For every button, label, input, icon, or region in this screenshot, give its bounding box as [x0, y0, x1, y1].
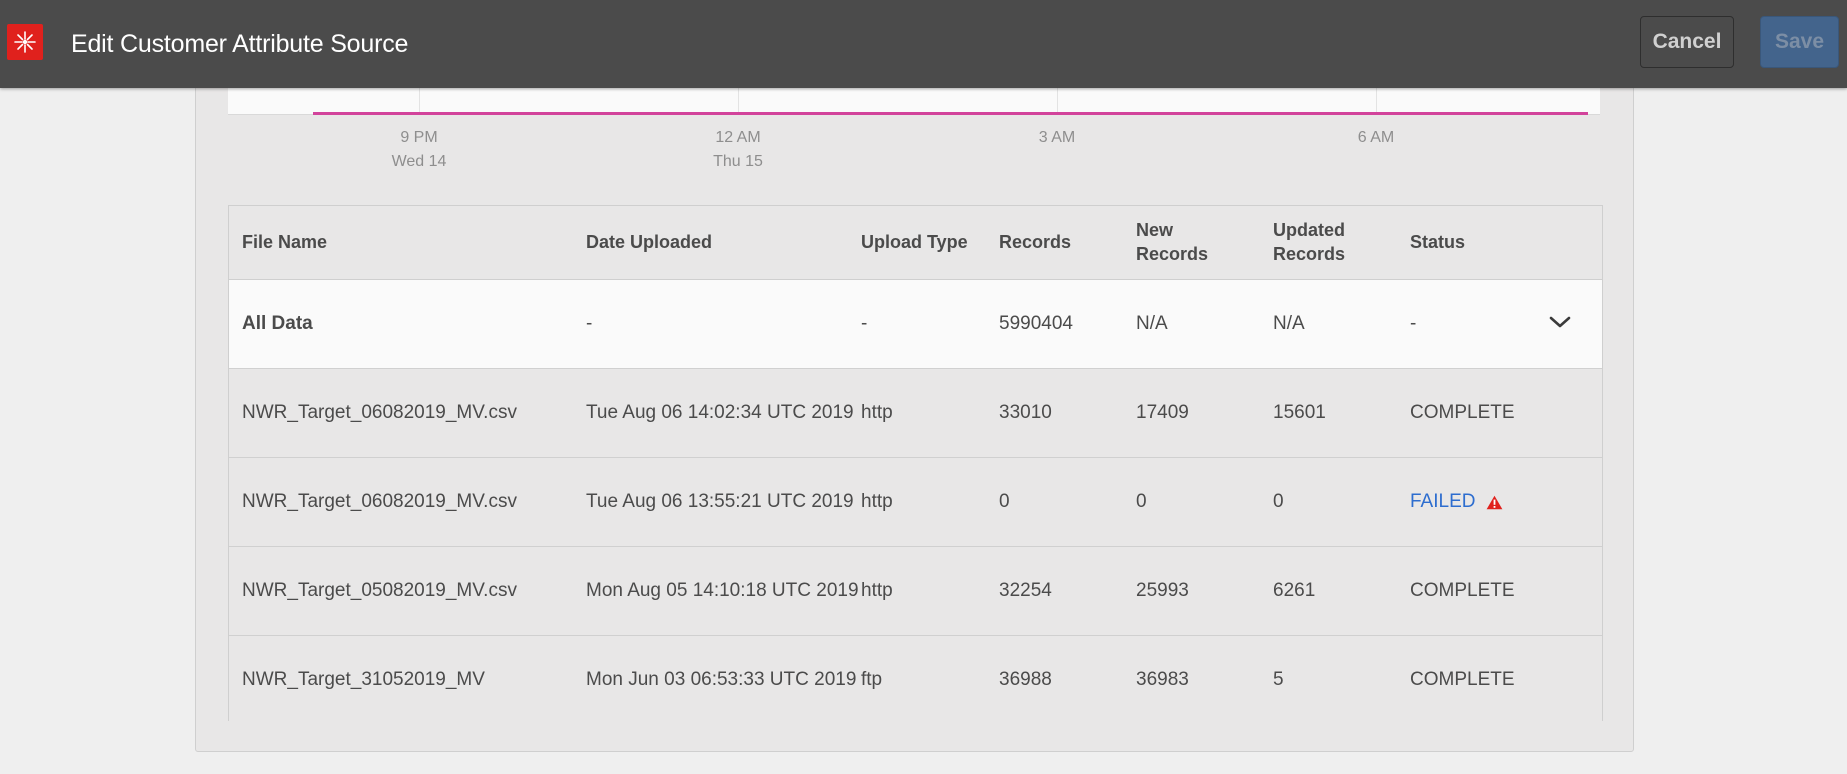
timeline-tick-label: 3 AM: [997, 126, 1117, 150]
header-status[interactable]: Status: [1410, 230, 1520, 254]
timeline-tick-label: 6 AM: [1316, 126, 1436, 150]
cell-upload-type: -: [861, 313, 868, 334]
tick-date: Thu 15: [713, 153, 763, 170]
tick-time: 6 AM: [1357, 129, 1395, 146]
top-bar: Edit Customer Attribute Source Cancel Sa…: [0, 0, 1847, 88]
cell-date-uploaded: Tue Aug 06 14:02:34 UTC 2019: [586, 402, 854, 423]
cell-records: 33010: [999, 402, 1052, 423]
save-button[interactable]: Save: [1760, 16, 1839, 68]
page-title: Edit Customer Attribute Source: [71, 30, 409, 58]
cell-date-uploaded: -: [586, 313, 593, 334]
table-row[interactable]: NWR_Target_06082019_MV.csv Tue Aug 06 13…: [229, 458, 1602, 547]
warning-triangle-icon[interactable]: [1486, 495, 1503, 510]
chevron-down-icon[interactable]: [1548, 313, 1572, 331]
timeline-gridline: [1057, 88, 1058, 114]
cell-new-records: N/A: [1136, 313, 1168, 334]
cell-file-name: All Data: [242, 313, 313, 334]
uploads-table: File Name Date Uploaded Upload Type Reco…: [228, 205, 1603, 724]
timeline-gridline: [1376, 88, 1377, 114]
timeline-series-line: [313, 112, 1588, 115]
timeline-gridline: [738, 88, 739, 114]
cell-records: 5990404: [999, 313, 1073, 334]
table-row[interactable]: NWR_Target_05082019_MV.csv Mon Aug 05 14…: [229, 547, 1602, 636]
tick-time: 9 PM: [400, 129, 438, 146]
cell-file-name: NWR_Target_06082019_MV.csv: [242, 491, 517, 512]
tick-time: 3 AM: [1038, 129, 1076, 146]
cell-records: 32254: [999, 580, 1052, 601]
cell-date-uploaded: Tue Aug 06 13:55:21 UTC 2019: [586, 491, 854, 512]
header-file-name[interactable]: File Name: [242, 230, 492, 254]
failed-status-link[interactable]: FAILED: [1410, 491, 1475, 513]
tick-date: Wed 14: [391, 153, 447, 170]
cell-date-uploaded: Mon Aug 05 14:10:18 UTC 2019: [586, 580, 859, 601]
timeline-tick-label: 9 PM Wed 14: [359, 126, 479, 174]
cell-new-records: 17409: [1136, 402, 1189, 423]
cell-status-container: FAILED: [1410, 458, 1503, 546]
timeline-tick-label: 12 AM Thu 15: [678, 126, 798, 174]
header-records[interactable]: Records: [999, 230, 1109, 254]
cell-status: COMPLETE: [1410, 669, 1515, 690]
adobe-logo-icon: [7, 24, 43, 60]
table-row[interactable]: All Data - - 5990404 N/A N/A -: [229, 280, 1602, 369]
cell-new-records: 25993: [1136, 580, 1189, 601]
cell-updated-records: 0: [1273, 491, 1284, 512]
cell-new-records: 36983: [1136, 669, 1189, 690]
cell-records: 0: [999, 491, 1010, 512]
cell-upload-type: ftp: [861, 669, 883, 690]
header-date-uploaded[interactable]: Date Uploaded: [586, 230, 806, 254]
cell-status: COMPLETE: [1410, 402, 1515, 423]
cell-records: 36988: [999, 669, 1052, 690]
table-header: File Name Date Uploaded Upload Type Reco…: [229, 206, 1602, 280]
cell-file-name: NWR_Target_06082019_MV.csv: [242, 402, 517, 423]
cell-status: COMPLETE: [1410, 580, 1515, 601]
cell-status: -: [1410, 313, 1417, 334]
cell-upload-type: http: [861, 402, 893, 423]
header-new-records[interactable]: New Records: [1136, 218, 1236, 266]
cell-updated-records: N/A: [1273, 313, 1305, 334]
upload-timeline-chart: [228, 88, 1600, 115]
tick-time: 12 AM: [715, 129, 761, 146]
cell-updated-records: 15601: [1273, 402, 1326, 423]
cell-upload-type: http: [861, 491, 893, 512]
cell-new-records: 0: [1136, 491, 1147, 512]
cell-file-name: NWR_Target_31052019_MV: [242, 669, 485, 690]
cell-date-uploaded: Mon Jun 03 06:53:33 UTC 2019: [586, 669, 857, 690]
cell-upload-type: http: [861, 580, 893, 601]
cell-file-name: NWR_Target_05082019_MV.csv: [242, 580, 517, 601]
cancel-button[interactable]: Cancel: [1640, 16, 1734, 68]
timeline-gridline: [419, 88, 420, 114]
table-row[interactable]: NWR_Target_31052019_MV Mon Jun 03 06:53:…: [229, 636, 1602, 724]
header-updated-records[interactable]: Updated Records: [1273, 218, 1373, 266]
header-upload-type[interactable]: Upload Type: [861, 230, 991, 254]
table-row[interactable]: NWR_Target_06082019_MV.csv Tue Aug 06 14…: [229, 369, 1602, 458]
cell-updated-records: 5: [1273, 669, 1284, 690]
cell-updated-records: 6261: [1273, 580, 1316, 601]
